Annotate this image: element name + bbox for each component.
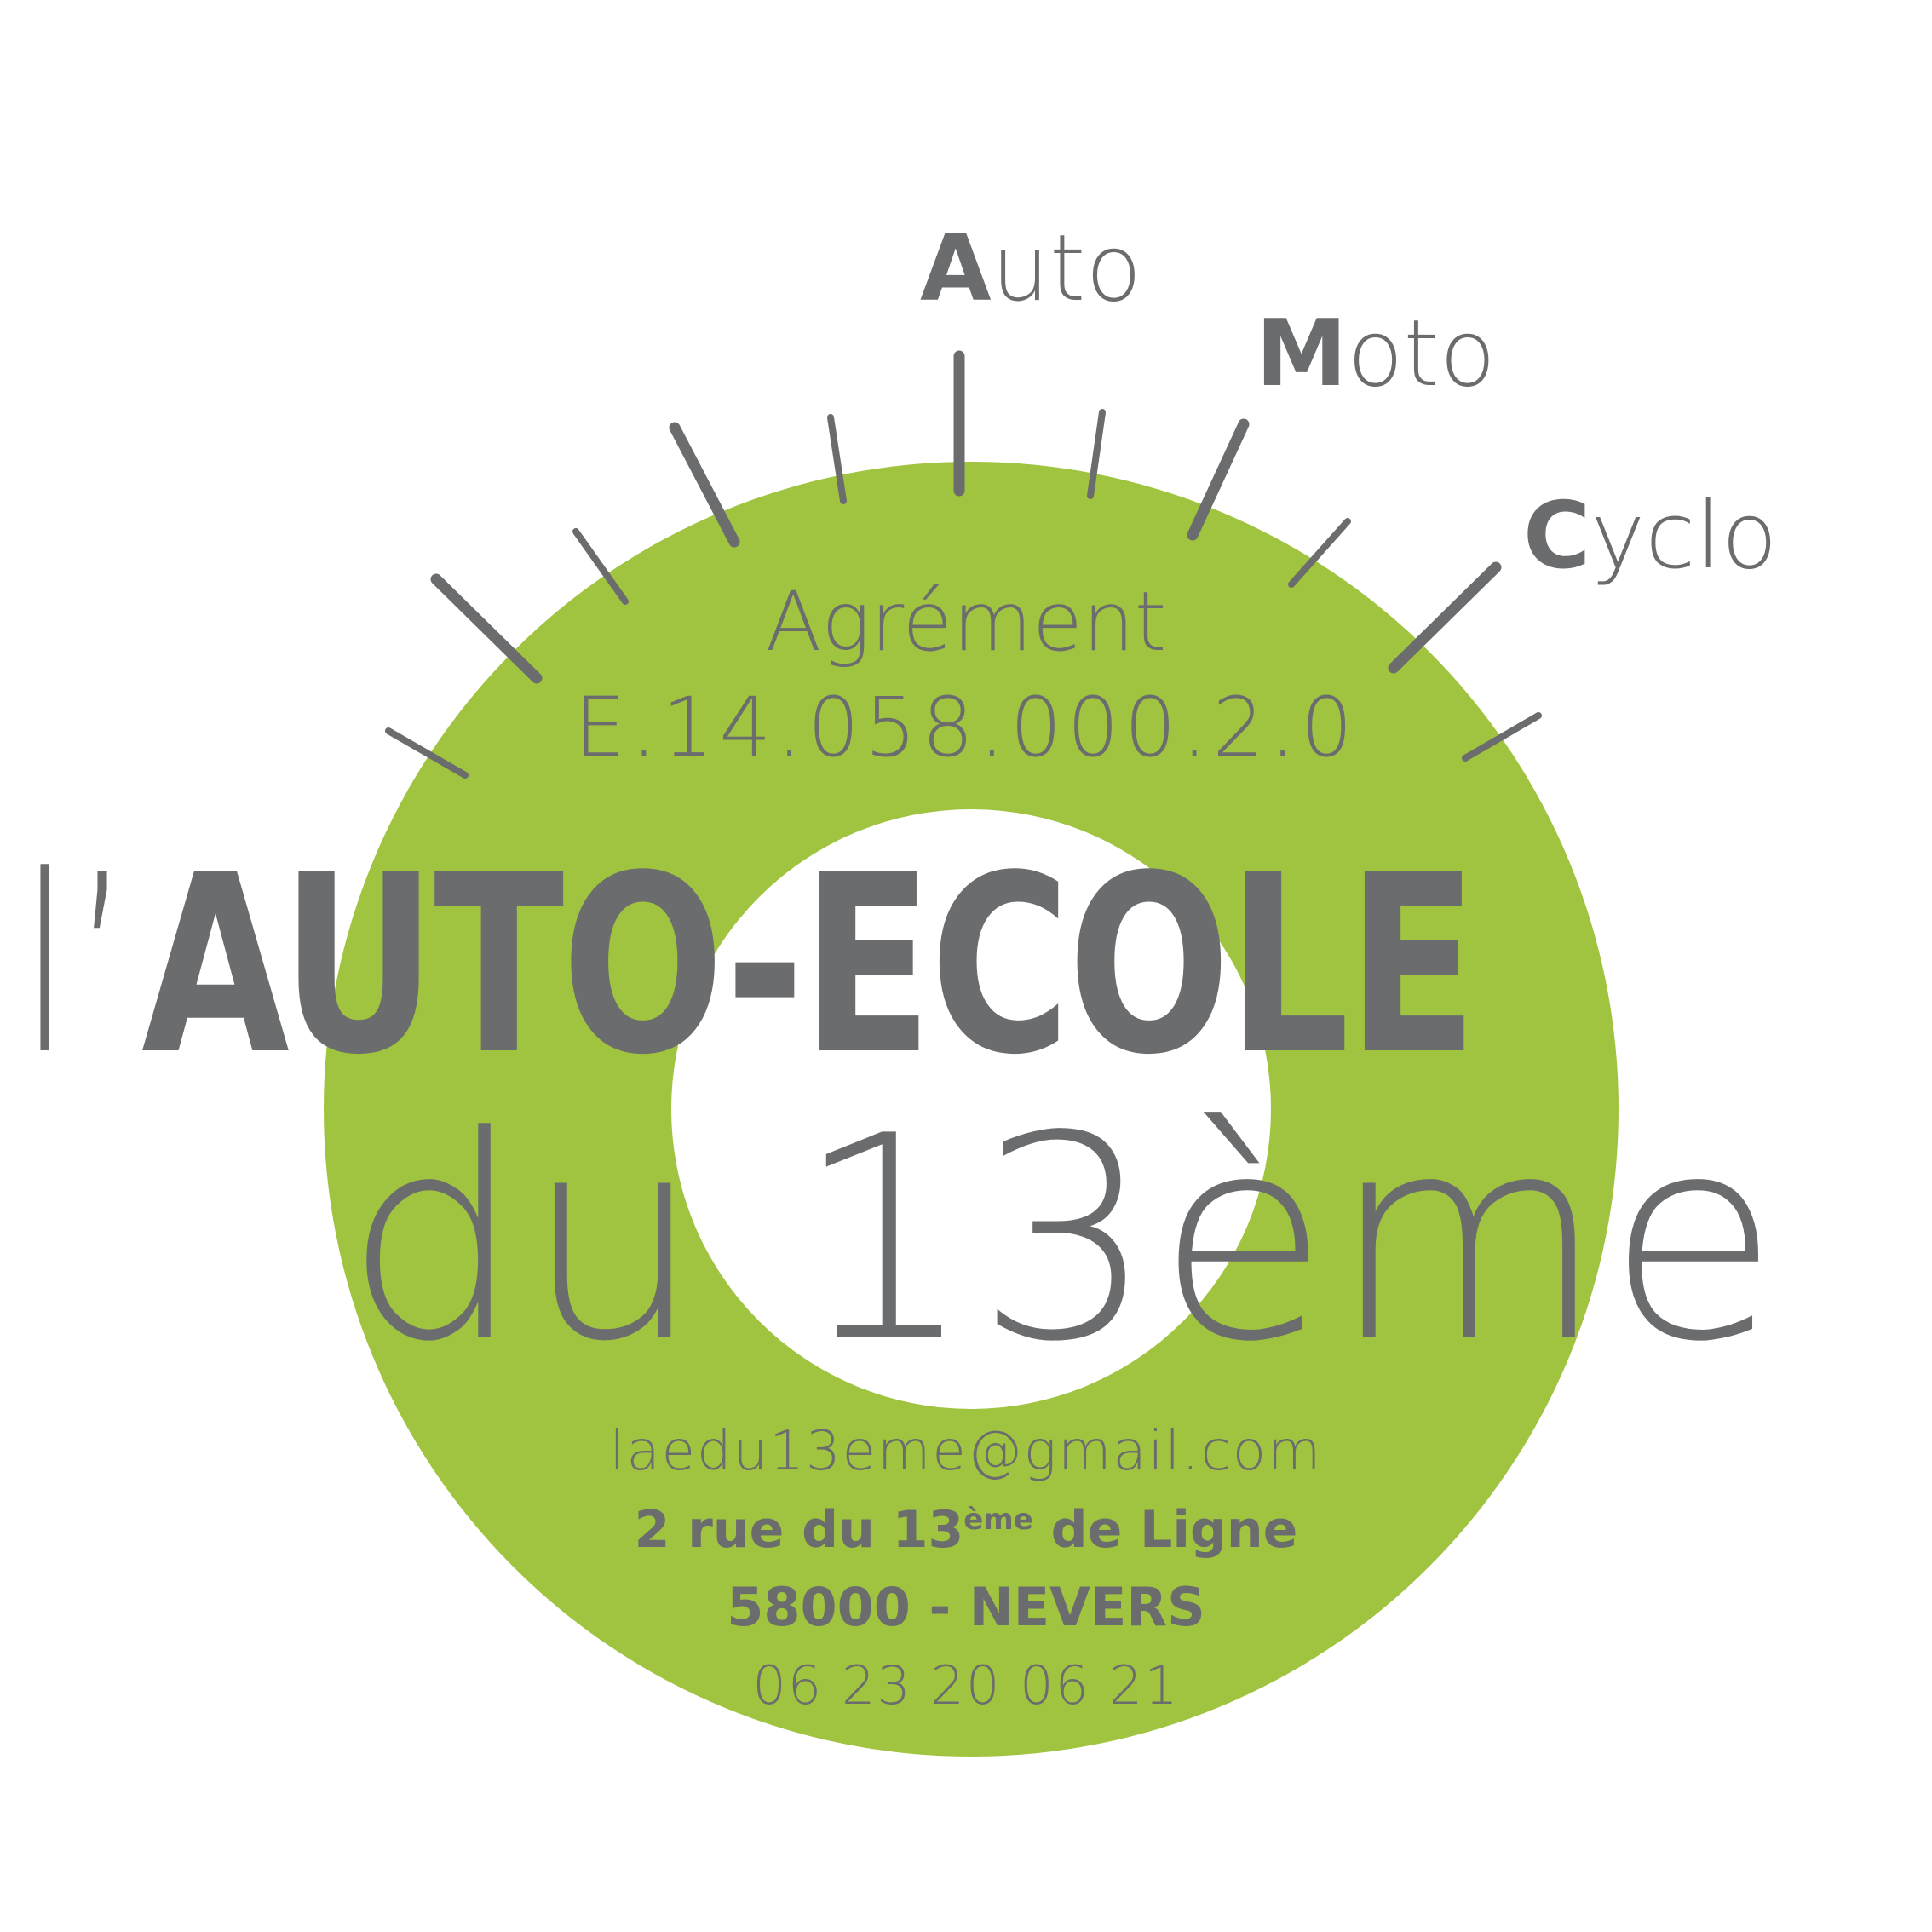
agrement-number: E.14.058.000.2.0 xyxy=(573,680,1358,775)
category-moto: Moto xyxy=(1256,308,1496,400)
agrement-label: Agrément xyxy=(765,574,1167,670)
title-prefix: l’ xyxy=(19,823,133,1108)
address-end: de Ligne xyxy=(1032,1500,1298,1560)
contact-phone: 06 23 20 06 21 xyxy=(752,1654,1180,1716)
contact-city: 58000 - NEVERS xyxy=(727,1576,1205,1638)
logo-canvas: Auto Moto Cyclo Agrément E.14.058.000.2.… xyxy=(0,0,1932,1932)
title-main: AUTO-ECOLE xyxy=(141,823,1478,1108)
category-moto-initial: M xyxy=(1256,301,1348,407)
category-auto: Auto xyxy=(920,223,1141,315)
contact-address: 2 rue du 13ème de Ligne xyxy=(0,1504,1932,1555)
category-cyclo-initial: C xyxy=(1523,483,1591,589)
category-cyclo-rest: yclo xyxy=(1590,483,1778,589)
category-moto-rest: oto xyxy=(1347,301,1496,407)
title-main-line: l’AUTO-ECOLE xyxy=(19,843,1851,1089)
category-auto-initial: A xyxy=(920,216,992,322)
address-superscript: ème xyxy=(963,1503,1033,1537)
category-cyclo: Cyclo xyxy=(1523,491,1778,583)
title-line2: du 13ème xyxy=(344,1076,1781,1403)
contact-email: laedu13eme@gmail.com xyxy=(609,1420,1323,1483)
address-start: 2 rue du 13 xyxy=(634,1500,964,1560)
category-auto-rest: uto xyxy=(991,216,1142,322)
